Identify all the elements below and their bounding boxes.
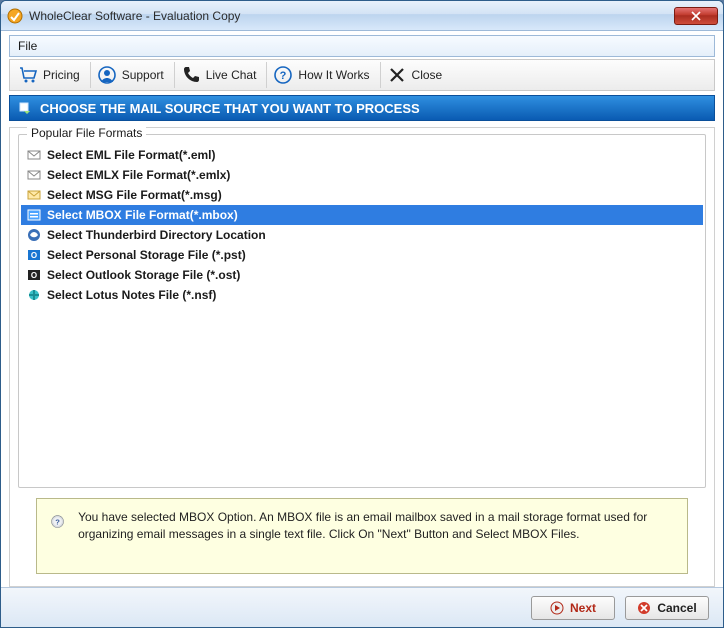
- window-title: WholeClear Software - Evaluation Copy: [29, 9, 240, 23]
- cart-icon: [18, 65, 38, 85]
- support-icon: [97, 65, 117, 85]
- popular-formats-group: Popular File Formats Select EML File For…: [18, 134, 706, 488]
- group-label: Popular File Formats: [27, 126, 146, 140]
- application-window: WholeClear Software - Evaluation Copy Fi…: [0, 0, 724, 628]
- format-label: Select EMLX File Format(*.emlx): [47, 168, 230, 182]
- mail-source-icon: [18, 101, 32, 115]
- toolbar-label: How It Works: [298, 68, 369, 82]
- toolbar-label: Pricing: [43, 68, 80, 82]
- format-item-mbox[interactable]: Select MBOX File Format(*.mbox): [21, 205, 703, 225]
- menu-bar: File: [9, 35, 715, 57]
- eml-icon: [27, 148, 41, 162]
- format-label: Select MBOX File Format(*.mbox): [47, 208, 238, 222]
- toolbar-label: Live Chat: [206, 68, 257, 82]
- phone-icon: [181, 65, 201, 85]
- format-item-nsf[interactable]: Select Lotus Notes File (*.nsf): [21, 285, 703, 305]
- app-icon: [7, 8, 23, 24]
- svg-text:O: O: [31, 271, 37, 280]
- msg-icon: [27, 188, 41, 202]
- mbox-icon: [27, 208, 41, 222]
- outlook-ost-icon: O: [27, 268, 41, 282]
- format-list: Select EML File Format(*.eml) Select EML…: [21, 145, 703, 485]
- window-close-button[interactable]: [674, 7, 718, 25]
- format-label: Select Lotus Notes File (*.nsf): [47, 288, 216, 302]
- format-label: Select MSG File Format(*.msg): [47, 188, 222, 202]
- menu-file[interactable]: File: [18, 39, 37, 53]
- toolbar: Pricing Support Live Chat ? How It Works…: [9, 59, 715, 91]
- format-label: Select Personal Storage File (*.pst): [47, 248, 246, 262]
- title-bar[interactable]: WholeClear Software - Evaluation Copy: [1, 1, 723, 31]
- outlook-pst-icon: O: [27, 248, 41, 262]
- format-item-pst[interactable]: O Select Personal Storage File (*.pst): [21, 245, 703, 265]
- next-button[interactable]: Next: [531, 596, 615, 620]
- hint-question-icon: ?: [51, 515, 64, 539]
- toolbar-livechat-button[interactable]: Live Chat: [177, 62, 268, 88]
- svg-text:?: ?: [55, 517, 60, 526]
- emlx-icon: [27, 168, 41, 182]
- format-item-msg[interactable]: Select MSG File Format(*.msg): [21, 185, 703, 205]
- hint-box: ? You have selected MBOX Option. An MBOX…: [36, 498, 688, 574]
- svg-text:O: O: [31, 251, 37, 260]
- cancel-button[interactable]: Cancel: [625, 596, 709, 620]
- section-header: CHOOSE THE MAIL SOURCE THAT YOU WANT TO …: [9, 95, 715, 121]
- toolbar-label: Support: [122, 68, 164, 82]
- toolbar-support-button[interactable]: Support: [93, 62, 175, 88]
- cancel-x-icon: [637, 601, 651, 615]
- toolbar-pricing-button[interactable]: Pricing: [14, 62, 91, 88]
- question-icon: ?: [273, 65, 293, 85]
- format-item-emlx[interactable]: Select EMLX File Format(*.emlx): [21, 165, 703, 185]
- footer-bar: Next Cancel: [1, 587, 723, 627]
- close-icon: [387, 65, 407, 85]
- section-title: CHOOSE THE MAIL SOURCE THAT YOU WANT TO …: [40, 101, 420, 116]
- hint-text: You have selected MBOX Option. An MBOX f…: [78, 509, 663, 544]
- toolbar-close-button[interactable]: Close: [383, 62, 453, 88]
- format-item-thunderbird[interactable]: Select Thunderbird Directory Location: [21, 225, 703, 245]
- format-item-ost[interactable]: O Select Outlook Storage File (*.ost): [21, 265, 703, 285]
- cancel-button-label: Cancel: [657, 601, 696, 615]
- content-area: Popular File Formats Select EML File For…: [9, 127, 715, 587]
- next-button-label: Next: [570, 601, 596, 615]
- lotus-nsf-icon: [27, 288, 41, 302]
- toolbar-label: Close: [412, 68, 443, 82]
- format-label: Select EML File Format(*.eml): [47, 148, 216, 162]
- next-arrow-icon: [550, 601, 564, 615]
- thunderbird-icon: [27, 228, 41, 242]
- format-item-eml[interactable]: Select EML File Format(*.eml): [21, 145, 703, 165]
- toolbar-howitworks-button[interactable]: ? How It Works: [269, 62, 380, 88]
- format-label: Select Thunderbird Directory Location: [47, 228, 266, 242]
- svg-text:?: ?: [280, 70, 287, 82]
- format-label: Select Outlook Storage File (*.ost): [47, 268, 240, 282]
